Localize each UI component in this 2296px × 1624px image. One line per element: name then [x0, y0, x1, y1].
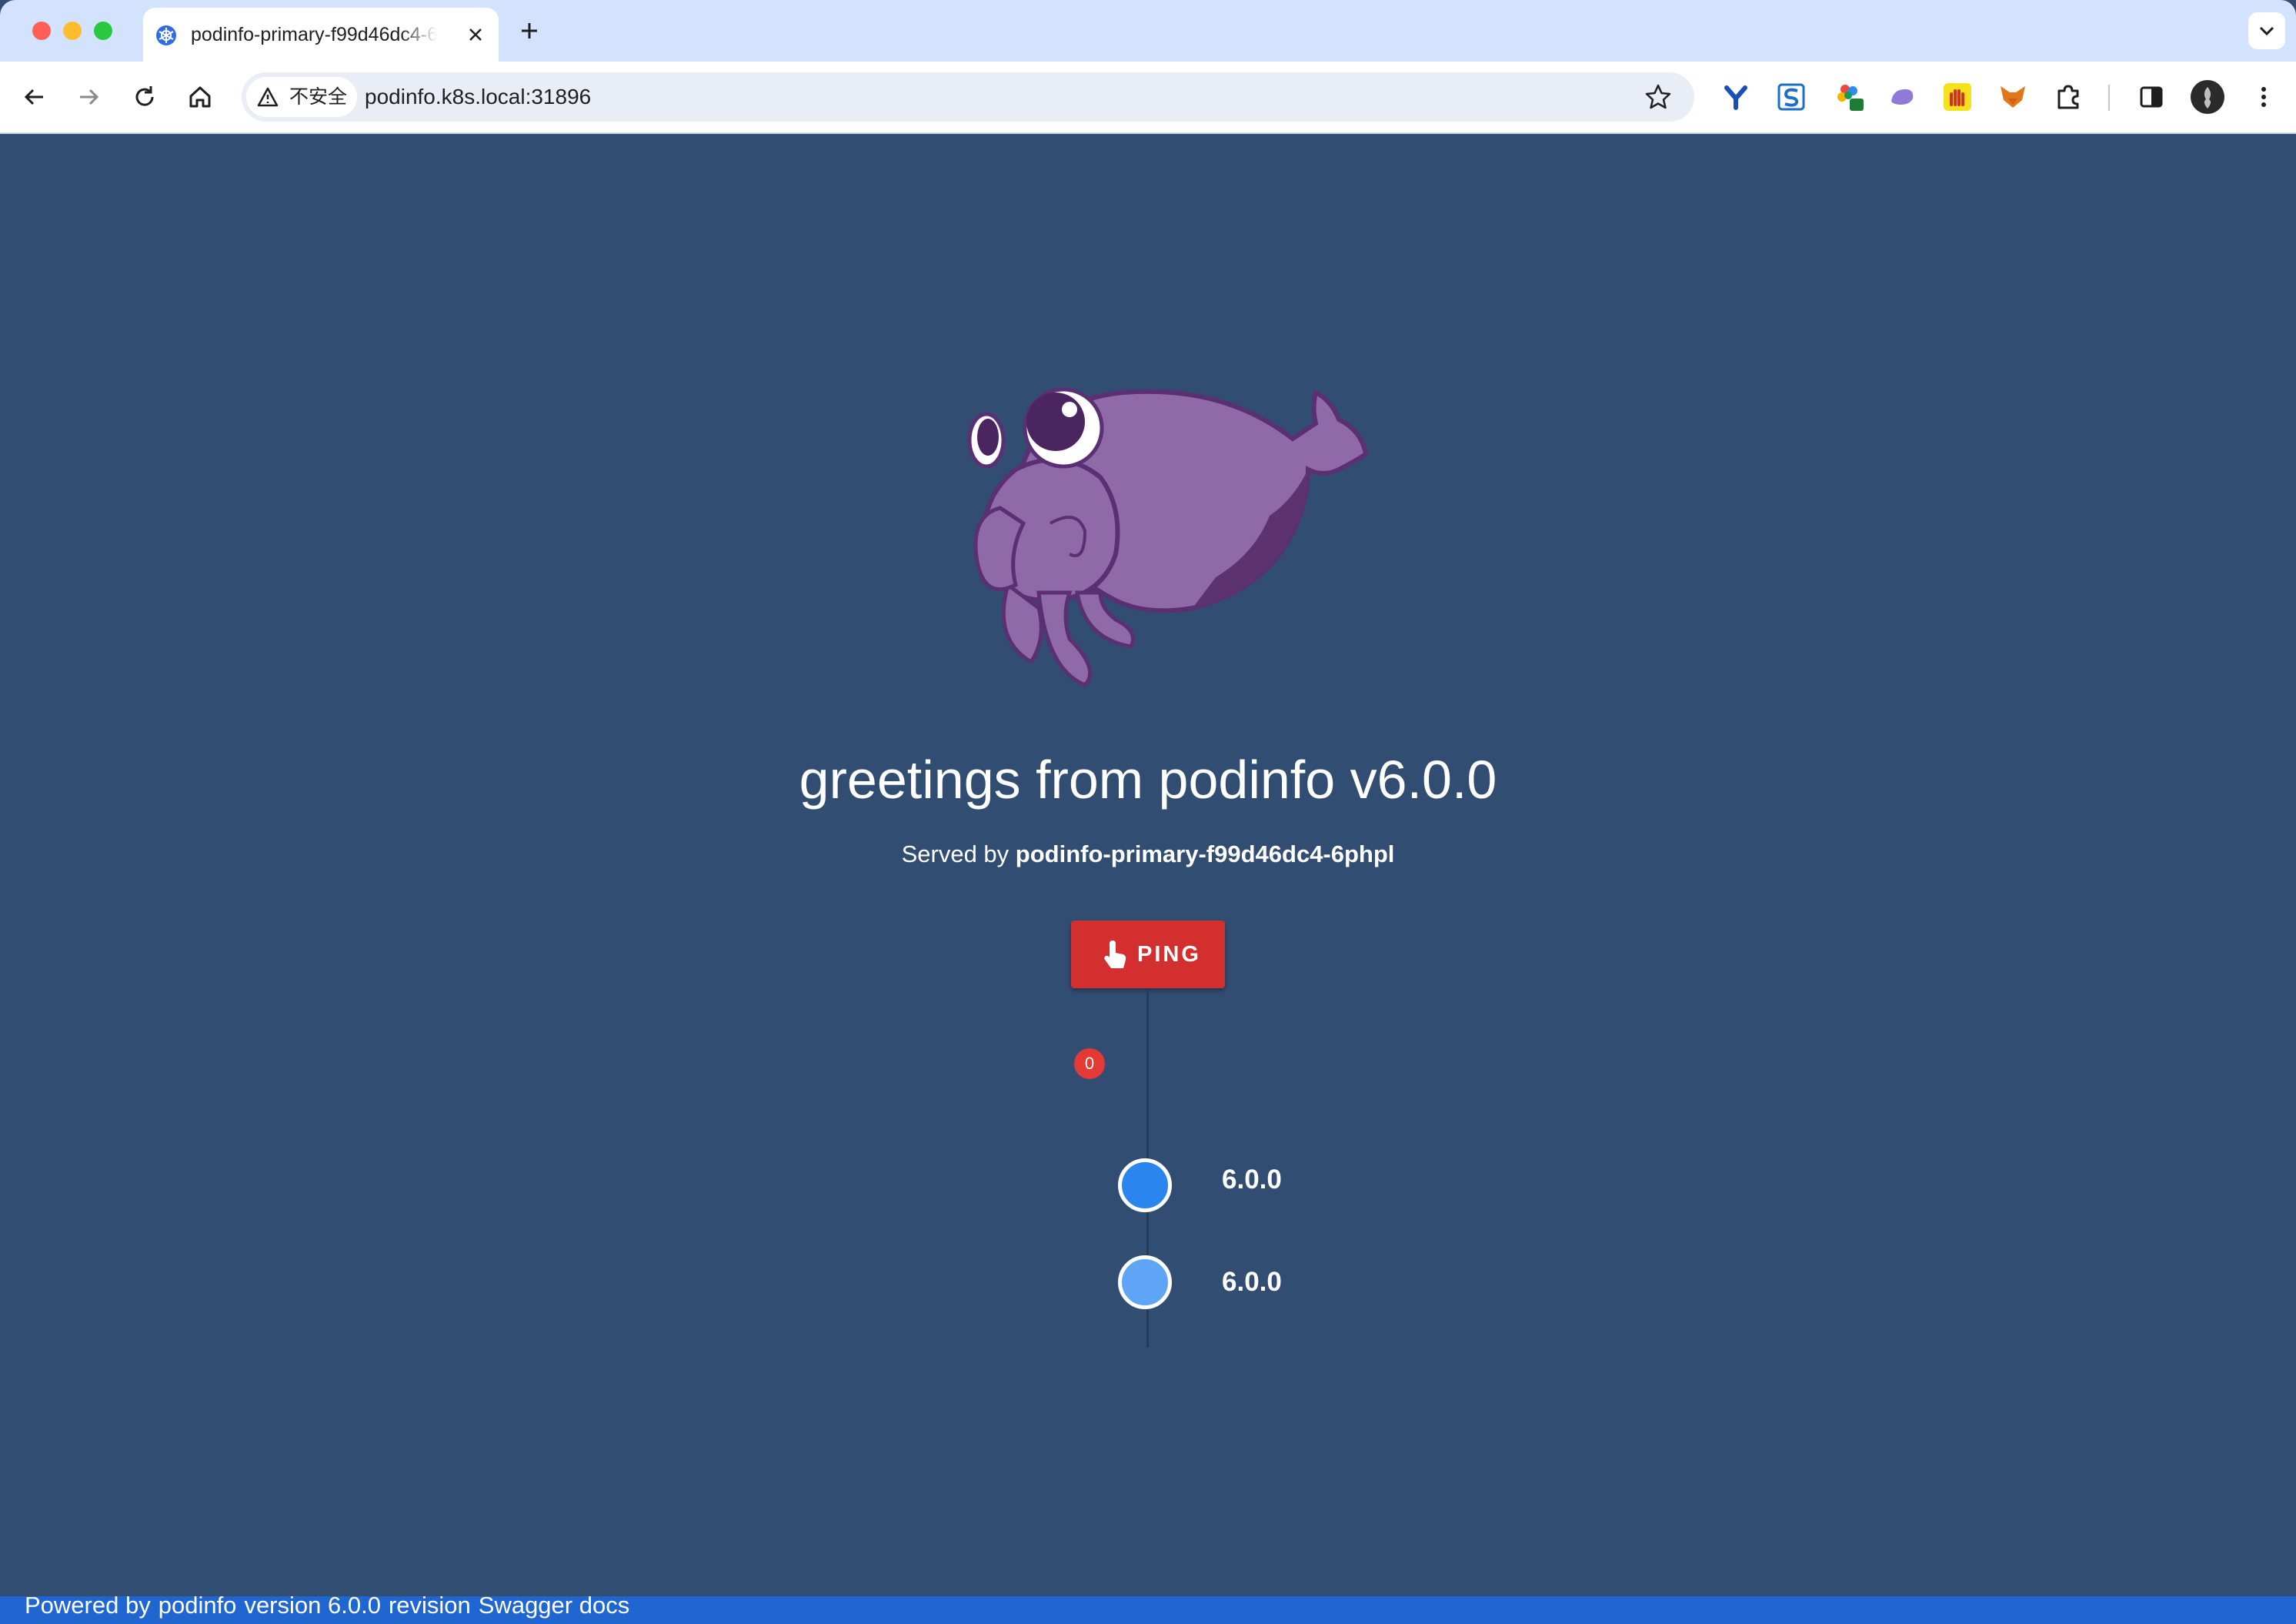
- s-extension-icon[interactable]: [1776, 82, 1807, 112]
- ping-label: PING: [1137, 942, 1201, 967]
- maximize-window-button[interactable]: [94, 22, 112, 40]
- touch-hand-icon: [1104, 941, 1126, 968]
- forward-arrow-icon[interactable]: [74, 82, 105, 112]
- timeline-dot: [1118, 1158, 1172, 1212]
- more-menu-icon[interactable]: [2248, 82, 2279, 112]
- warning-icon: [257, 87, 279, 107]
- minimize-window-button[interactable]: [63, 22, 82, 40]
- toolbar-divider: [2108, 85, 2110, 111]
- puzzle-extensions-icon[interactable]: [2053, 82, 2084, 112]
- served-by-text: Served by podinfo-primary-f99d46dc4-6php…: [0, 840, 2296, 868]
- powered-by-text: Powered by: [25, 1592, 151, 1619]
- security-indicator[interactable]: 不安全: [246, 77, 357, 117]
- reload-icon[interactable]: [129, 82, 160, 112]
- swagger-docs-link[interactable]: Swagger docs: [479, 1592, 629, 1619]
- close-tab-icon[interactable]: [462, 21, 489, 48]
- flower-extension-icon[interactable]: [1834, 82, 1865, 112]
- close-window-button[interactable]: [32, 22, 51, 40]
- tab-search-button[interactable]: [2248, 12, 2285, 49]
- browser-tab[interactable]: podinfo-primary-f99d46dc4-6phpl: [143, 8, 499, 62]
- y-extension-icon[interactable]: [1720, 82, 1751, 112]
- cuttlefish-mascot-logo: [967, 387, 1369, 687]
- version-text: version 6.0.0: [244, 1592, 381, 1619]
- side-panel-icon[interactable]: [2136, 82, 2167, 112]
- timeline-dot: [1118, 1255, 1172, 1309]
- served-by-prefix: Served by: [901, 840, 1010, 867]
- address-bar[interactable]: 不安全 podinfo.k8s.local:31896: [242, 72, 1694, 122]
- podinfo-link[interactable]: podinfo: [159, 1592, 237, 1619]
- fox-extension-icon[interactable]: [1997, 82, 2028, 112]
- chevron-down-icon: [2259, 26, 2274, 36]
- url-text[interactable]: podinfo.k8s.local:31896: [365, 72, 591, 122]
- revision-link[interactable]: revision: [389, 1592, 471, 1619]
- security-label: 不安全: [289, 86, 348, 108]
- browser-toolbar: 不安全 podinfo.k8s.local:31896: [0, 62, 2296, 134]
- home-icon[interactable]: [185, 82, 215, 112]
- served-by-host: podinfo-primary-f99d46dc4-6phpl: [1015, 840, 1395, 867]
- ping-count-badge: 0: [1074, 1048, 1105, 1079]
- bookmark-star-icon[interactable]: [1644, 82, 1673, 112]
- footer-text: Powered by podinfo version 6.0.0 revision Sw…: [25, 1592, 637, 1619]
- browser-tab-strip: podinfo-primary-f99d46dc4-6phpl: [0, 0, 2296, 62]
- kubernetes-wheel-icon: [156, 25, 176, 45]
- timeline-version: 6.0.0: [1222, 1267, 1282, 1297]
- new-tab-icon[interactable]: [514, 15, 545, 46]
- back-arrow-icon[interactable]: [18, 82, 49, 112]
- whale-extension-icon[interactable]: [1887, 82, 1917, 112]
- hand-extension-icon[interactable]: [1942, 82, 1973, 112]
- avatar[interactable]: [2190, 79, 2225, 115]
- tab-title: podinfo-primary-f99d46dc4-6phpl: [191, 24, 437, 45]
- footer-bar: Powered by podinfo version 6.0.0 revision Sw…: [0, 1592, 2296, 1624]
- timeline-version: 6.0.0: [1222, 1165, 1282, 1195]
- page-title: greetings from podinfo v6.0.0: [799, 750, 1497, 810]
- ping-button[interactable]: PING: [1071, 921, 1225, 988]
